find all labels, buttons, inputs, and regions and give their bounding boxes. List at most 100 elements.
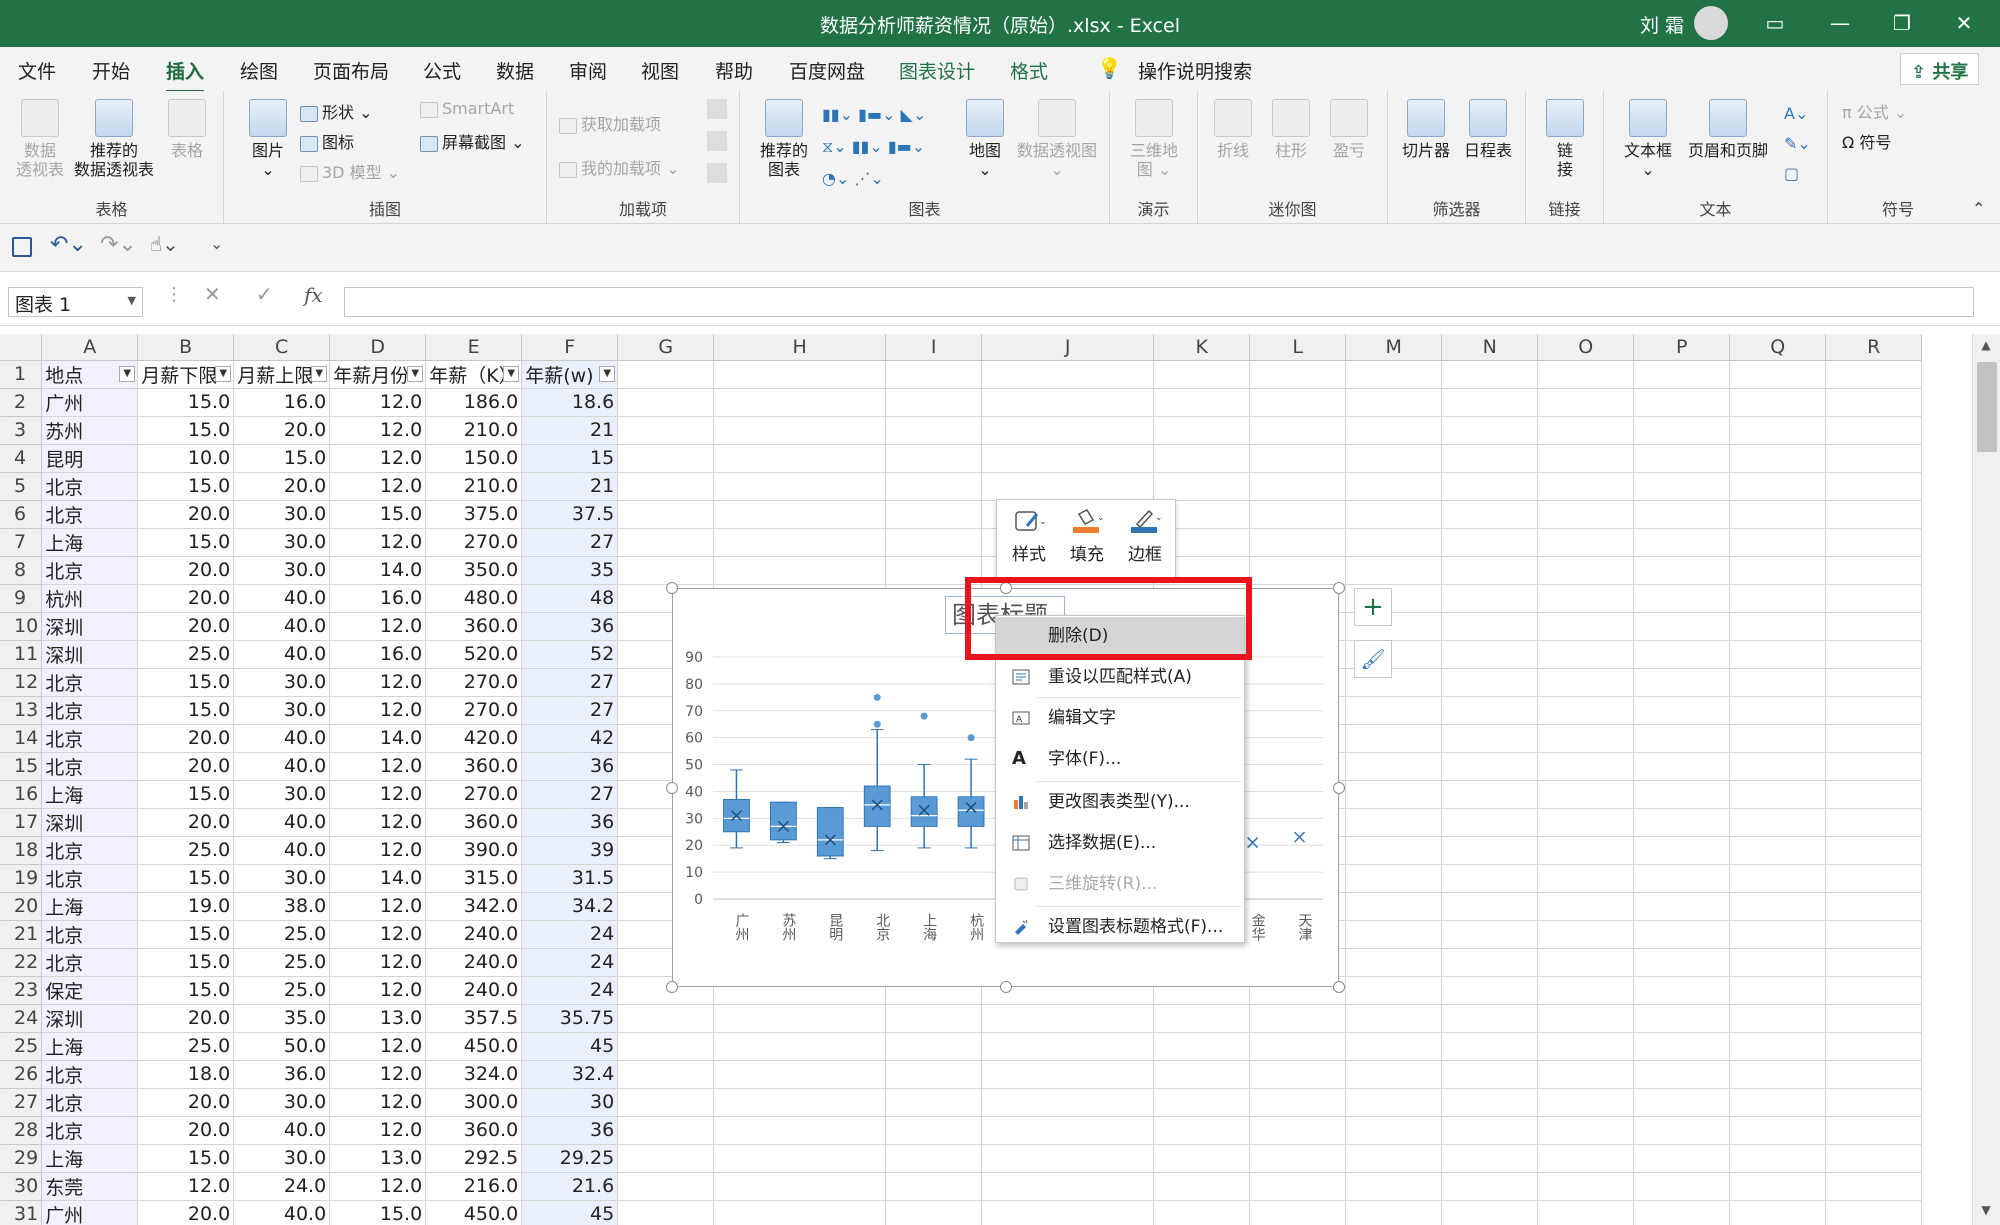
cell[interactable]: 12.0 <box>329 444 427 473</box>
cell[interactable]: 18.6 <box>521 388 619 417</box>
cell[interactable]: 12.0 <box>329 752 427 781</box>
row-header[interactable]: 27 <box>0 1088 43 1117</box>
cell[interactable] <box>1825 528 1923 557</box>
cell[interactable] <box>1441 808 1539 837</box>
cell[interactable] <box>617 388 715 417</box>
row-header[interactable]: 31 <box>0 1200 43 1225</box>
cell[interactable] <box>1729 640 1827 669</box>
cell[interactable] <box>1441 724 1539 753</box>
cell[interactable] <box>1153 1116 1251 1145</box>
cell[interactable] <box>1345 1032 1443 1061</box>
sparkline-line-button[interactable]: 折线 <box>1208 99 1258 160</box>
cell[interactable] <box>885 1032 983 1061</box>
cell[interactable] <box>885 1116 983 1145</box>
cell[interactable]: 15.0 <box>137 472 235 501</box>
cell[interactable] <box>1537 500 1635 529</box>
cell[interactable] <box>1729 1088 1827 1117</box>
cell[interactable] <box>1441 444 1539 473</box>
cancel-icon[interactable]: ✕ <box>204 282 221 306</box>
cell[interactable]: 13.0 <box>329 1004 427 1033</box>
cell[interactable]: 450.0 <box>425 1200 523 1225</box>
cell[interactable]: 14.0 <box>329 556 427 585</box>
row-header[interactable]: 2 <box>0 388 43 417</box>
cell[interactable]: 北京 <box>41 472 139 501</box>
cell[interactable] <box>713 528 887 557</box>
cell[interactable]: 北京 <box>41 696 139 725</box>
cell[interactable] <box>617 472 715 501</box>
cell[interactable] <box>1633 444 1731 473</box>
cell[interactable] <box>1249 1088 1347 1117</box>
cell[interactable]: 30.0 <box>233 696 331 725</box>
cell[interactable]: 210.0 <box>425 416 523 445</box>
cell[interactable] <box>1345 472 1443 501</box>
row-header[interactable]: 13 <box>0 696 43 725</box>
cell[interactable]: 上海 <box>41 1144 139 1173</box>
row-header[interactable]: 29 <box>0 1144 43 1173</box>
cell[interactable] <box>1729 668 1827 697</box>
row-header[interactable]: 19 <box>0 864 43 893</box>
cell[interactable]: 12.0 <box>329 416 427 445</box>
text-more-icons[interactable]: A⌄ ✎⌄ ▢ <box>1784 99 1811 189</box>
cell[interactable]: 390.0 <box>425 836 523 865</box>
border-button[interactable]: ⌄ 边框 <box>1117 505 1173 565</box>
cell[interactable] <box>1825 556 1923 585</box>
cell[interactable] <box>713 556 887 585</box>
name-box[interactable]: 图表 1 ▼ <box>8 287 143 317</box>
cell[interactable] <box>1633 780 1731 809</box>
cell[interactable] <box>1249 416 1347 445</box>
tab-file[interactable]: 文件 <box>18 57 56 84</box>
cell[interactable]: 14.0 <box>329 864 427 893</box>
cell[interactable] <box>1825 724 1923 753</box>
cell[interactable] <box>1825 472 1923 501</box>
pivot-chart-button[interactable]: 数据透视图 ⌄ <box>1012 99 1102 179</box>
tab-formulas[interactable]: 公式 <box>423 57 461 84</box>
cell[interactable]: 年薪（K） ▼ <box>425 360 523 389</box>
cell[interactable]: 21 <box>521 416 619 445</box>
undo-icon[interactable]: ↶⌄ <box>50 232 87 257</box>
cell[interactable]: 20.0 <box>137 724 235 753</box>
cell[interactable] <box>617 1032 715 1061</box>
cell[interactable] <box>713 444 887 473</box>
cell[interactable] <box>1345 388 1443 417</box>
cell[interactable] <box>1825 1004 1923 1033</box>
cell[interactable]: 16.0 <box>233 388 331 417</box>
cell[interactable]: 15.0 <box>329 500 427 529</box>
cell[interactable] <box>1633 808 1731 837</box>
cell[interactable] <box>1729 836 1827 865</box>
cell[interactable]: 36.0 <box>233 1060 331 1089</box>
cell[interactable]: 48 <box>521 584 619 613</box>
cell[interactable] <box>1441 1144 1539 1173</box>
tab-format[interactable]: 格式 <box>1010 57 1048 84</box>
resize-handle-w[interactable] <box>666 782 678 794</box>
cell[interactable]: 北京 <box>41 864 139 893</box>
cell[interactable]: 30.0 <box>233 1088 331 1117</box>
cell[interactable]: 30.0 <box>233 864 331 893</box>
cell[interactable] <box>1729 808 1827 837</box>
cell[interactable]: 12.0 <box>329 976 427 1005</box>
chart-elements-button[interactable]: + <box>1354 588 1392 626</box>
cell[interactable] <box>1249 1116 1347 1145</box>
row-header[interactable]: 22 <box>0 948 43 977</box>
cell[interactable] <box>1345 556 1443 585</box>
cell[interactable]: 15.0 <box>137 920 235 949</box>
cell[interactable]: 10.0 <box>137 444 235 473</box>
cell[interactable] <box>1249 360 1347 389</box>
cell[interactable] <box>1633 1060 1731 1089</box>
cell[interactable] <box>981 444 1155 473</box>
shapes-button[interactable]: 形状 ⌄ <box>300 99 373 123</box>
cell[interactable]: 360.0 <box>425 612 523 641</box>
tab-review[interactable]: 审阅 <box>569 57 607 84</box>
cell[interactable] <box>1825 1200 1923 1225</box>
cell[interactable] <box>1537 388 1635 417</box>
cell[interactable] <box>1153 1144 1251 1173</box>
cell[interactable]: 20.0 <box>137 556 235 585</box>
cell[interactable] <box>981 1200 1155 1225</box>
cell[interactable]: 12.0 <box>329 668 427 697</box>
fill-button[interactable]: ⌄ 填充 <box>1059 505 1115 565</box>
filter-dropdown-icon[interactable]: ▼ <box>119 365 136 382</box>
restore-icon[interactable]: ❐ <box>1872 0 1932 47</box>
cell[interactable] <box>1729 472 1827 501</box>
cell[interactable]: 上海 <box>41 528 139 557</box>
recommended-pivot-button[interactable]: 推荐的 数据透视表 <box>72 99 156 179</box>
cell[interactable] <box>1441 976 1539 1005</box>
